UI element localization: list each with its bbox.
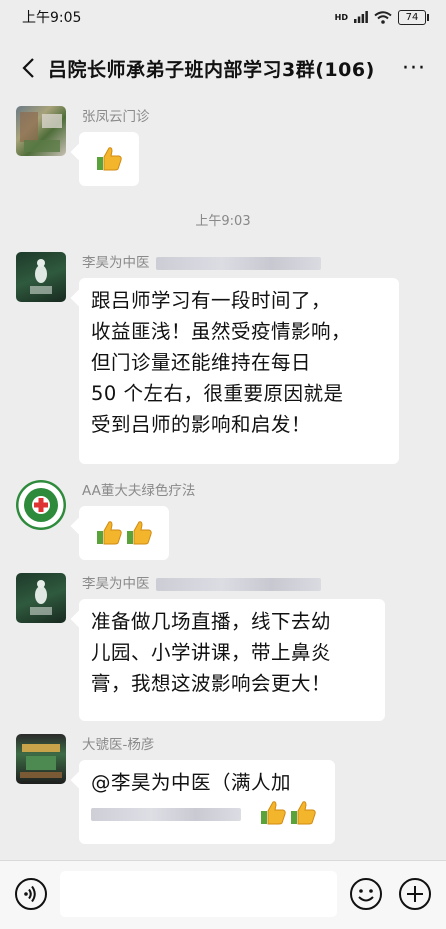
avatar[interactable]: [16, 252, 66, 302]
message-bubble[interactable]: 跟吕师学习有一段时间了， 收益匪浅！虽然受疫情影响， 但门诊量还能维持在每日 5…: [79, 278, 399, 464]
chat-title: 吕院长师承弟子班内部学习3群(106): [48, 58, 375, 81]
time-divider: 上午9:03: [195, 214, 251, 229]
sender-name: 张凤云门诊: [82, 109, 150, 125]
message-bubble[interactable]: [79, 506, 169, 560]
status-time: 上午9:05: [22, 10, 82, 26]
status-bar: 上午9:05 HD 74: [0, 0, 446, 34]
avatar[interactable]: [16, 573, 66, 623]
masked-text: [91, 808, 241, 821]
message-line: 50 个左右，很重要原因就是: [91, 382, 344, 405]
message-line: 儿园、小学讲课，带上鼻炎: [91, 641, 332, 664]
sender-name: 李昊为中医: [82, 251, 321, 271]
thumbs-up-icon: [97, 147, 122, 171]
message-line: [91, 798, 323, 829]
message-input[interactable]: [60, 871, 337, 917]
message-bubble[interactable]: [79, 132, 139, 186]
signal-icon: [354, 11, 368, 23]
more-button[interactable]: ···: [394, 48, 434, 88]
chevron-left-icon: [22, 58, 34, 78]
voice-icon: [15, 878, 47, 910]
message-bubble[interactable]: @李昊为中医（满人加: [79, 760, 335, 844]
battery-icon: 74: [398, 9, 429, 25]
message-line: 收益匪浅！虽然受疫情影响，: [91, 320, 352, 343]
avatar[interactable]: [16, 734, 66, 784]
message-line: 跟吕师学习有一段时间了，: [91, 289, 332, 312]
thumbs-up-icon: [97, 521, 122, 545]
plus-button[interactable]: [398, 877, 432, 911]
status-icons: HD 74: [334, 9, 429, 25]
avatar[interactable]: [16, 480, 66, 530]
thumbs-up-icon: [127, 521, 152, 545]
sender-name: AA董大夫绿色疗法: [82, 483, 196, 499]
message-line: 但门诊量还能维持在每日: [91, 351, 312, 374]
message-bubble[interactable]: 准备做几场直播，线下去幼 儿园、小学讲课，带上鼻炎 膏，我想这波影响会更大！: [79, 599, 385, 721]
input-bar: [0, 860, 446, 929]
voice-button[interactable]: [14, 877, 48, 911]
avatar[interactable]: [16, 106, 66, 156]
message-line: @李昊为中医（满人加: [91, 771, 292, 794]
wifi-icon: [374, 10, 392, 24]
emoji-icon: [350, 878, 382, 910]
sender-name: 李昊为中医: [82, 572, 321, 592]
emoji-button[interactable]: [349, 877, 383, 911]
chat-header: 吕院长师承弟子班内部学习3群(106) ···: [0, 40, 446, 96]
signal-label: HD: [334, 12, 348, 22]
message-line: 受到吕师的影响和启发！: [91, 413, 312, 436]
sender-name: 大號医-杨彦: [82, 737, 155, 753]
masked-text: [155, 577, 321, 591]
plus-icon: [399, 878, 431, 910]
thumbs-up-icon: [261, 801, 286, 825]
message-line: 准备做几场直播，线下去幼: [91, 610, 332, 633]
back-button[interactable]: [8, 48, 48, 88]
message-line: 膏，我想这波影响会更大！: [91, 672, 332, 695]
thumbs-up-icon: [291, 801, 316, 825]
masked-text: [155, 256, 321, 270]
